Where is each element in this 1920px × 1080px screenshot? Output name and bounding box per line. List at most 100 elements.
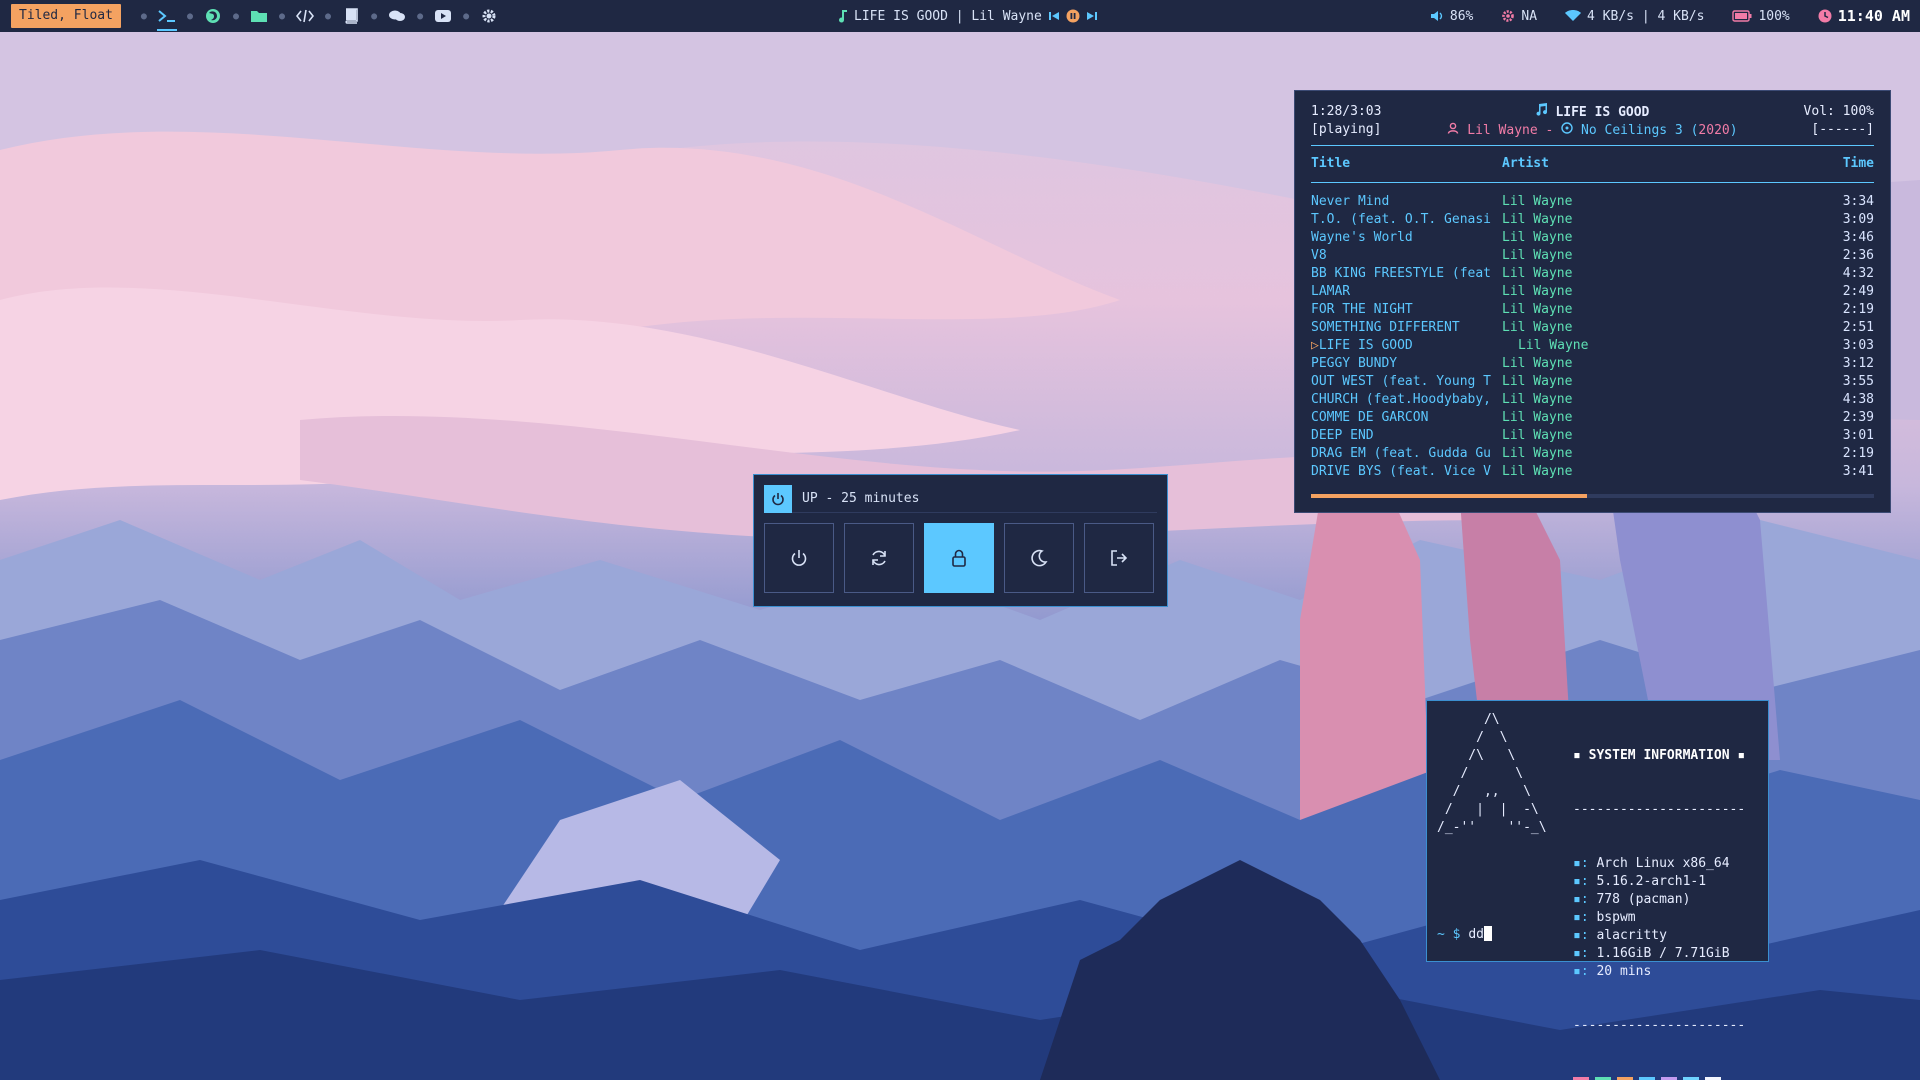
- track-artist-cell: Lil Wayne: [1502, 284, 1573, 299]
- track-time-cell: 2:39: [1842, 410, 1874, 425]
- workspace-video[interactable]: [431, 4, 455, 28]
- track-title-text: DRAG EM (feat. Gudda Gu: [1311, 446, 1492, 461]
- album-year: 2020: [1698, 123, 1730, 138]
- next-track-icon[interactable]: [1086, 10, 1098, 22]
- track-time-cell: 4:38: [1842, 392, 1874, 407]
- track-artist-cell: Lil Wayne: [1502, 320, 1573, 335]
- track-title-cell: COMME DE GARCON: [1311, 409, 1501, 427]
- track-time-cell: 3:09: [1842, 212, 1874, 227]
- reboot-button[interactable]: [844, 523, 914, 593]
- playlist-row[interactable]: T.O. (feat. O.T. Genasi Lil Wayne 3:09: [1311, 211, 1874, 229]
- track-artist-cell: Lil Wayne: [1502, 428, 1573, 443]
- suspend-button[interactable]: [1004, 523, 1074, 593]
- track-title-cell: DRAG EM (feat. Gudda Gu: [1311, 445, 1501, 463]
- power-options: [764, 523, 1157, 593]
- track-title-cell: T.O. (feat. O.T. Genasi: [1311, 211, 1501, 229]
- sysinfo-value: bspwm: [1596, 910, 1636, 925]
- track-title-text: Wayne's World: [1311, 230, 1413, 245]
- playlist-row[interactable]: SOMETHING DIFFERENT Lil Wayne 2:51: [1311, 319, 1874, 337]
- playlist-row[interactable]: FOR THE NIGHT Lil Wayne 2:19: [1311, 301, 1874, 319]
- cpu-temp-value: NA: [1521, 8, 1538, 24]
- disc-icon: [1561, 122, 1573, 134]
- track-artist-cell: Lil Wayne: [1502, 302, 1573, 317]
- clock-icon: [1818, 9, 1832, 23]
- track-time-cell: 4:32: [1842, 266, 1874, 281]
- refresh-icon: [872, 550, 886, 566]
- music-note-icon: [1536, 103, 1547, 116]
- clock-module[interactable]: 11:40 AM: [1818, 7, 1910, 25]
- track-title-cell: OUT WEST (feat. Young T: [1311, 373, 1501, 391]
- track-title-cell: DEEP END: [1311, 427, 1501, 445]
- track-artist-cell: Lil Wayne: [1502, 446, 1573, 461]
- command-input[interactable]: dd: [1468, 927, 1484, 942]
- sysinfo-marker: ▪:: [1573, 910, 1589, 925]
- workspace-chat[interactable]: [385, 4, 409, 28]
- previous-track-icon[interactable]: [1048, 10, 1060, 22]
- track-artist-cell: Lil Wayne: [1502, 356, 1573, 371]
- layout-indicator[interactable]: Tiled, Float: [11, 4, 121, 28]
- workspace-files[interactable]: [247, 4, 271, 28]
- playlist-row[interactable]: PEGGY BUNDY Lil Wayne 3:12: [1311, 355, 1874, 373]
- sysinfo-marker: ▪:: [1573, 946, 1589, 961]
- track-artist-cell: Lil Wayne: [1502, 392, 1573, 407]
- track-title-text: SOMETHING DIFFERENT: [1311, 320, 1460, 335]
- divider: [1311, 182, 1874, 183]
- terminal-window[interactable]: /\ / \ /\ \ / \ / ,, \ / | | -\ /_-'' ''…: [1426, 700, 1769, 1080]
- track-time-cell: 2:36: [1842, 248, 1874, 263]
- playlist-row[interactable]: Never Mind Lil Wayne 3:34: [1311, 193, 1874, 211]
- column-title[interactable]: Title: [1311, 156, 1350, 171]
- playlist-row[interactable]: CHURCH (feat.Hoodybaby, Lil Wayne 4:38: [1311, 391, 1874, 409]
- firefox-icon: [205, 9, 220, 23]
- column-artist[interactable]: Artist: [1502, 156, 1549, 171]
- track-title-text: FOR THE NIGHT: [1311, 302, 1413, 317]
- sysinfo-marker: ▪:: [1573, 892, 1589, 907]
- sysinfo-line: ▪: alacritty: [1573, 927, 1745, 945]
- track-title-text: LAMAR: [1311, 284, 1351, 299]
- progress-bar[interactable]: [1311, 494, 1874, 498]
- network-module[interactable]: 4 KB/s | 4 KB/s: [1565, 9, 1704, 24]
- workspace-terminal[interactable]: [155, 4, 179, 31]
- top-bar: Tiled, Float ● ● ● ● ● ● ● ● LIFE IS GOO…: [0, 0, 1920, 32]
- shutdown-button[interactable]: [764, 523, 834, 593]
- workspace-settings[interactable]: [477, 4, 501, 28]
- workspace-code[interactable]: [293, 4, 317, 28]
- playlist-row[interactable]: BB KING FREESTYLE (feat Lil Wayne 4:32: [1311, 265, 1874, 283]
- now-playing-marker-icon: ▷: [1311, 338, 1319, 353]
- track-artist-cell: Lil Wayne: [1502, 194, 1573, 209]
- player-volume-block: Vol: 100% [------]: [1804, 103, 1874, 139]
- track-info: LIFE IS GOOD Lil Wayne - No Ceilings 3 (…: [1311, 103, 1874, 140]
- column-time[interactable]: Time: [1843, 156, 1874, 171]
- track-artist-cell: Lil Wayne: [1502, 212, 1573, 227]
- playlist-row[interactable]: COMME DE GARCON Lil Wayne 2:39: [1311, 409, 1874, 427]
- track-artist-cell: Lil Wayne: [1502, 374, 1573, 389]
- playlist-row[interactable]: DEEP END Lil Wayne 3:01: [1311, 427, 1874, 445]
- track-title-cell: LAMAR: [1311, 283, 1501, 301]
- sysinfo-value: Arch Linux x86_64: [1596, 856, 1730, 871]
- volume-module[interactable]: 86%: [1430, 9, 1473, 24]
- playlist-row[interactable]: DRIVE BYS (feat. Vice V Lil Wayne 3:41: [1311, 463, 1874, 481]
- playlist-row[interactable]: Wayne's World Lil Wayne 3:46: [1311, 229, 1874, 247]
- shell-prompt[interactable]: ~ $ dd: [1437, 926, 1492, 944]
- separator-dot: ●: [417, 10, 424, 22]
- status-modules: 86% NA 4 KB/s | 4 KB/s 100% 11:40 AM: [1402, 0, 1910, 32]
- playlist-row[interactable]: OUT WEST (feat. Young T Lil Wayne 3:55: [1311, 373, 1874, 391]
- pause-icon[interactable]: [1066, 9, 1080, 23]
- code-icon: [296, 9, 315, 23]
- uptime-text: UP - 25 minutes: [802, 491, 920, 506]
- workspace-browser[interactable]: [201, 4, 225, 28]
- track-title-cell: V8: [1311, 247, 1501, 265]
- sysinfo-marker: ▪:: [1573, 874, 1589, 889]
- player-volume: Vol: 100%: [1803, 104, 1874, 119]
- workspace-docs[interactable]: [339, 4, 363, 28]
- playlist-row[interactable]: LAMAR Lil Wayne 2:49: [1311, 283, 1874, 301]
- album-separator: -: [1545, 123, 1554, 138]
- chat-icon: [389, 10, 406, 21]
- track-artist-cell: Lil Wayne: [1502, 230, 1573, 245]
- playlist-row[interactable]: ▷LIFE IS GOOD Lil Wayne 3:03: [1311, 337, 1874, 355]
- music-player-window[interactable]: 1:28/3:03 [playing] LIFE IS GOOD Lil Way…: [1294, 90, 1891, 513]
- lock-button[interactable]: [924, 523, 994, 593]
- playlist-row[interactable]: DRAG EM (feat. Gudda Gu Lil Wayne 2:19: [1311, 445, 1874, 463]
- logout-button[interactable]: [1084, 523, 1154, 593]
- gear-icon: [482, 9, 496, 23]
- playlist-row[interactable]: V8 Lil Wayne 2:36: [1311, 247, 1874, 265]
